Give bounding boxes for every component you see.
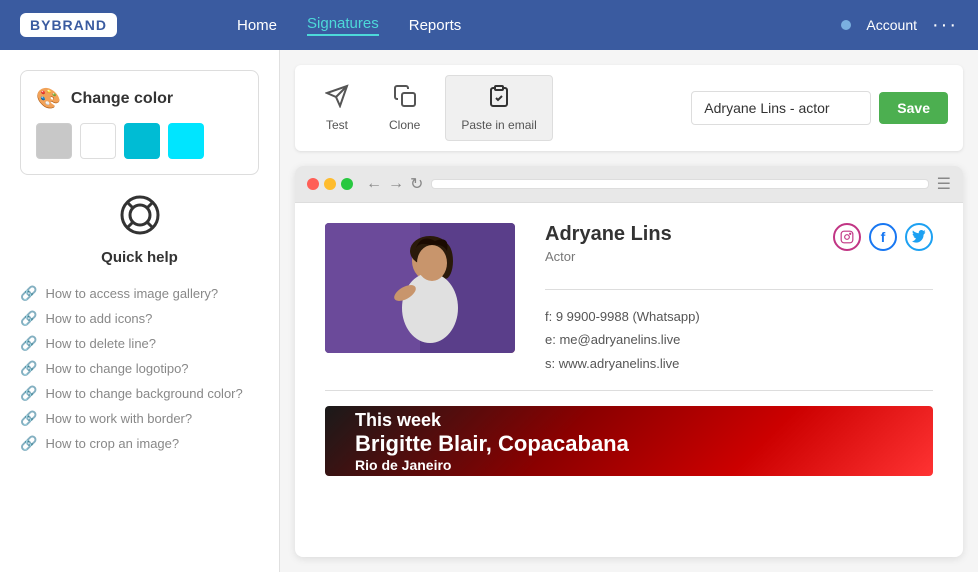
nav-reports[interactable]: Reports <box>409 17 462 34</box>
browser-menu-icon: ☰ <box>937 174 951 194</box>
header: BYBRAND Home Signatures Reports Account … <box>0 0 978 50</box>
banner-text: This week Brigitte Blair, Copacabana Rio… <box>355 410 629 473</box>
help-link-bg-color[interactable]: 🔗 How to change background color? <box>20 381 259 406</box>
browser-dots <box>307 178 353 190</box>
main-layout: 🎨 Change color Quic <box>0 50 978 572</box>
link-icon: 🔗 <box>20 310 37 327</box>
clone-button[interactable]: Clone <box>374 76 435 140</box>
nav-home[interactable]: Home <box>237 17 277 34</box>
main-nav: Home Signatures Reports <box>237 15 461 36</box>
browser-refresh-button[interactable]: ↻ <box>410 174 423 194</box>
test-button[interactable]: Test <box>310 76 364 140</box>
paste-in-email-button[interactable]: Paste in email <box>445 75 552 141</box>
color-section-title: Change color <box>71 90 173 108</box>
color-swatches <box>36 123 243 159</box>
help-link-crop[interactable]: 🔗 How to crop an image? <box>20 431 259 456</box>
browser-url-bar[interactable] <box>431 179 928 189</box>
quick-help-section: Quick help <box>20 195 259 266</box>
signature-content: Adryane Lins Actor <box>295 203 963 496</box>
instagram-icon[interactable] <box>833 223 861 251</box>
help-link-logotipo[interactable]: 🔗 How to change logotipo? <box>20 356 259 381</box>
signature-email: e: me@adryanelins.live <box>545 328 933 351</box>
help-links-list: 🔗 How to access image gallery? 🔗 How to … <box>20 281 259 456</box>
browser-dot-close <box>307 178 319 190</box>
save-button[interactable]: Save <box>879 92 948 124</box>
color-header: 🎨 Change color <box>36 86 243 111</box>
signature-body: Adryane Lins Actor <box>325 223 933 375</box>
browser-bar: ← → ↻ ☰ <box>295 166 963 203</box>
link-icon: 🔗 <box>20 285 37 302</box>
signature-social: f <box>833 223 933 251</box>
swatch-gray[interactable] <box>36 123 72 159</box>
signature-name: Adryane Lins <box>545 223 672 246</box>
paint-drop-icon: 🎨 <box>36 86 61 111</box>
signature-divider-2 <box>325 390 933 391</box>
signature-role: Actor <box>545 249 672 264</box>
swatch-teal[interactable] <box>124 123 160 159</box>
link-icon: 🔗 <box>20 335 37 352</box>
signature-phone: f: 9 9900-9988 (Whatsapp) <box>545 305 933 328</box>
browser-nav: ← → ↻ <box>366 174 423 194</box>
browser-back-button[interactable]: ← <box>366 174 382 194</box>
signature-info: Adryane Lins Actor <box>545 223 933 375</box>
header-right: Account ··· <box>841 14 958 37</box>
toolbar-right: Save <box>691 91 948 125</box>
twitter-icon[interactable] <box>905 223 933 251</box>
more-button[interactable]: ··· <box>932 14 958 37</box>
help-link-icons[interactable]: 🔗 How to add icons? <box>20 306 259 331</box>
logo: BYBRAND <box>20 13 117 37</box>
lifebuoy-icon <box>20 195 259 244</box>
link-icon: 🔗 <box>20 410 37 427</box>
swatch-white[interactable] <box>80 123 116 159</box>
signature-banner: This week Brigitte Blair, Copacabana Rio… <box>325 406 933 476</box>
browser-dot-maximize <box>341 178 353 190</box>
signature-divider <box>545 289 933 290</box>
toolbar: Test Clone <box>295 65 963 151</box>
signature-photo <box>325 223 515 353</box>
test-icon <box>325 84 349 114</box>
signature-name-input[interactable] <box>691 91 871 125</box>
photo-placeholder <box>325 223 515 353</box>
banner-line3: Rio de Janeiro <box>355 457 629 473</box>
help-link-gallery[interactable]: 🔗 How to access image gallery? <box>20 281 259 306</box>
paste-icon <box>487 84 511 114</box>
link-icon: 🔗 <box>20 385 37 402</box>
account-label[interactable]: Account <box>866 17 917 33</box>
color-section: 🎨 Change color <box>20 70 259 175</box>
browser-dot-minimize <box>324 178 336 190</box>
link-icon: 🔗 <box>20 360 37 377</box>
link-icon: 🔗 <box>20 435 37 452</box>
browser-preview: ← → ↻ ☰ <box>295 166 963 557</box>
facebook-icon[interactable]: f <box>869 223 897 251</box>
sidebar: 🎨 Change color Quic <box>0 50 280 572</box>
banner-line1: This week <box>355 410 629 431</box>
quick-help-title: Quick help <box>20 249 259 266</box>
clone-icon <box>393 84 417 114</box>
banner-line2: Brigitte Blair, Copacabana <box>355 431 629 457</box>
signature-website: s: www.adryanelins.live <box>545 352 933 375</box>
status-indicator <box>841 20 851 30</box>
content-area: Test Clone <box>280 50 978 572</box>
help-link-delete-line[interactable]: 🔗 How to delete line? <box>20 331 259 356</box>
browser-forward-button[interactable]: → <box>388 174 404 194</box>
help-link-border[interactable]: 🔗 How to work with border? <box>20 406 259 431</box>
nav-signatures[interactable]: Signatures <box>307 15 379 36</box>
swatch-cyan[interactable] <box>168 123 204 159</box>
signature-details: f: 9 9900-9988 (Whatsapp) e: me@adryanel… <box>545 305 933 375</box>
